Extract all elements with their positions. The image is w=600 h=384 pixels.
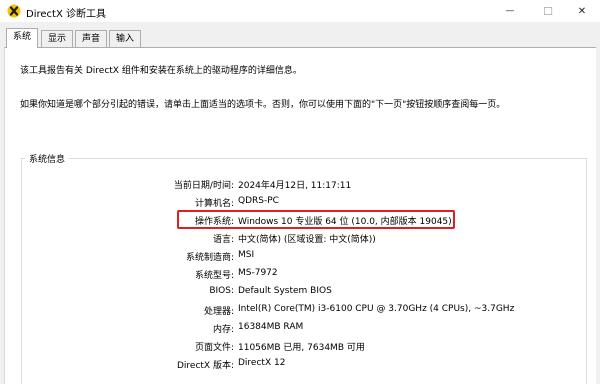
system-tab-panel: 该工具报告有关 DirectX 组件和安装在系统上的驱动程序的详细信息。 如果你… xyxy=(4,47,596,384)
tab-strip: 系统 显示 声音 输入 xyxy=(0,22,600,48)
info-label: BIOS: xyxy=(209,286,234,296)
close-icon: ✕ xyxy=(577,5,587,17)
info-label: DirectX 版本: xyxy=(176,361,234,371)
info-value: MS-7972 xyxy=(238,268,278,278)
info-row-computer-name: 计算机名: QDRS-PC xyxy=(5,196,585,210)
info-row-memory: 内存: 16384MB RAM xyxy=(5,322,585,336)
system-info-group-title: 系统信息 xyxy=(25,152,70,165)
info-label: 页面文件: xyxy=(194,343,234,353)
info-value: QDRS-PC xyxy=(238,196,279,206)
intro-text-1: 该工具报告有关 DirectX 组件和安装在系统上的驱动程序的详细信息。 xyxy=(20,66,302,76)
directx-x-icon xyxy=(7,4,21,18)
info-row-processor: 处理器: Intel(R) Core(TM) i3-6100 CPU @ 3.7… xyxy=(5,304,585,318)
info-value: MSI xyxy=(238,250,255,260)
minimize-icon: — xyxy=(505,6,515,16)
tab-label: 系统 xyxy=(13,32,32,42)
info-value: 16384MB RAM xyxy=(238,322,304,332)
intro-text-2: 如果你知道是哪个部分引起的错误，请单击上面适当的选项卡。否则，你可以使用下面的"… xyxy=(20,100,506,110)
info-value: Default System BIOS xyxy=(238,286,332,296)
window-title: DirectX 诊断工具 xyxy=(26,9,106,20)
info-row-datetime: 当前日期/时间: 2024年4月12日, 11:17:11 xyxy=(5,178,585,192)
info-label: 处理器: xyxy=(203,307,234,317)
info-row-bios: BIOS: Default System BIOS xyxy=(5,286,585,300)
maximize-button[interactable]: ☐ xyxy=(530,0,566,22)
info-row-directx-version: DirectX 版本: DirectX 12 xyxy=(5,358,585,372)
info-label: 语言: xyxy=(212,235,234,245)
info-label: 当前日期/时间: xyxy=(173,181,234,191)
tab-input[interactable]: 输入 xyxy=(109,30,142,47)
title-bar[interactable]: DirectX 诊断工具 — ☐ ✕ xyxy=(0,0,600,22)
tab-label: 输入 xyxy=(116,34,135,44)
info-row-manufacturer: 系统制造商: MSI xyxy=(5,250,585,264)
tab-system[interactable]: 系统 xyxy=(6,28,39,48)
os-highlight-box xyxy=(177,210,455,229)
info-row-model: 系统型号: MS-7972 xyxy=(5,268,585,282)
info-row-language: 语言: 中文(简体) (区域设置: 中文(简体)) xyxy=(5,232,585,246)
close-button[interactable]: ✕ xyxy=(564,0,600,22)
info-value: DirectX 12 xyxy=(238,358,286,368)
info-label: 计算机名: xyxy=(194,199,234,209)
tab-label: 声音 xyxy=(82,34,101,44)
info-value: 11056MB 已用, 7634MB 可用 xyxy=(238,343,365,353)
info-value: Intel(R) Core(TM) i3-6100 CPU @ 3.70GHz … xyxy=(238,304,515,314)
info-label: 系统型号: xyxy=(194,271,234,281)
maximize-icon: ☐ xyxy=(543,4,553,18)
tab-label: 显示 xyxy=(48,34,67,44)
info-row-page-file: 页面文件: 11056MB 已用, 7634MB 可用 xyxy=(5,340,585,354)
minimize-button[interactable]: — xyxy=(492,0,528,22)
info-label: 内存: xyxy=(212,325,234,335)
info-label: 系统制造商: xyxy=(185,253,234,263)
tab-display[interactable]: 显示 xyxy=(41,30,74,47)
info-value: 中文(简体) (区域设置: 中文(简体)) xyxy=(238,235,376,245)
directx-diagnostic-window: DirectX 诊断工具 — ☐ ✕ 系统 显示 声音 输入 该工具报告有关 D… xyxy=(0,0,600,384)
tab-sound[interactable]: 声音 xyxy=(75,30,108,47)
info-value: 2024年4月12日, 11:17:11 xyxy=(238,181,352,191)
